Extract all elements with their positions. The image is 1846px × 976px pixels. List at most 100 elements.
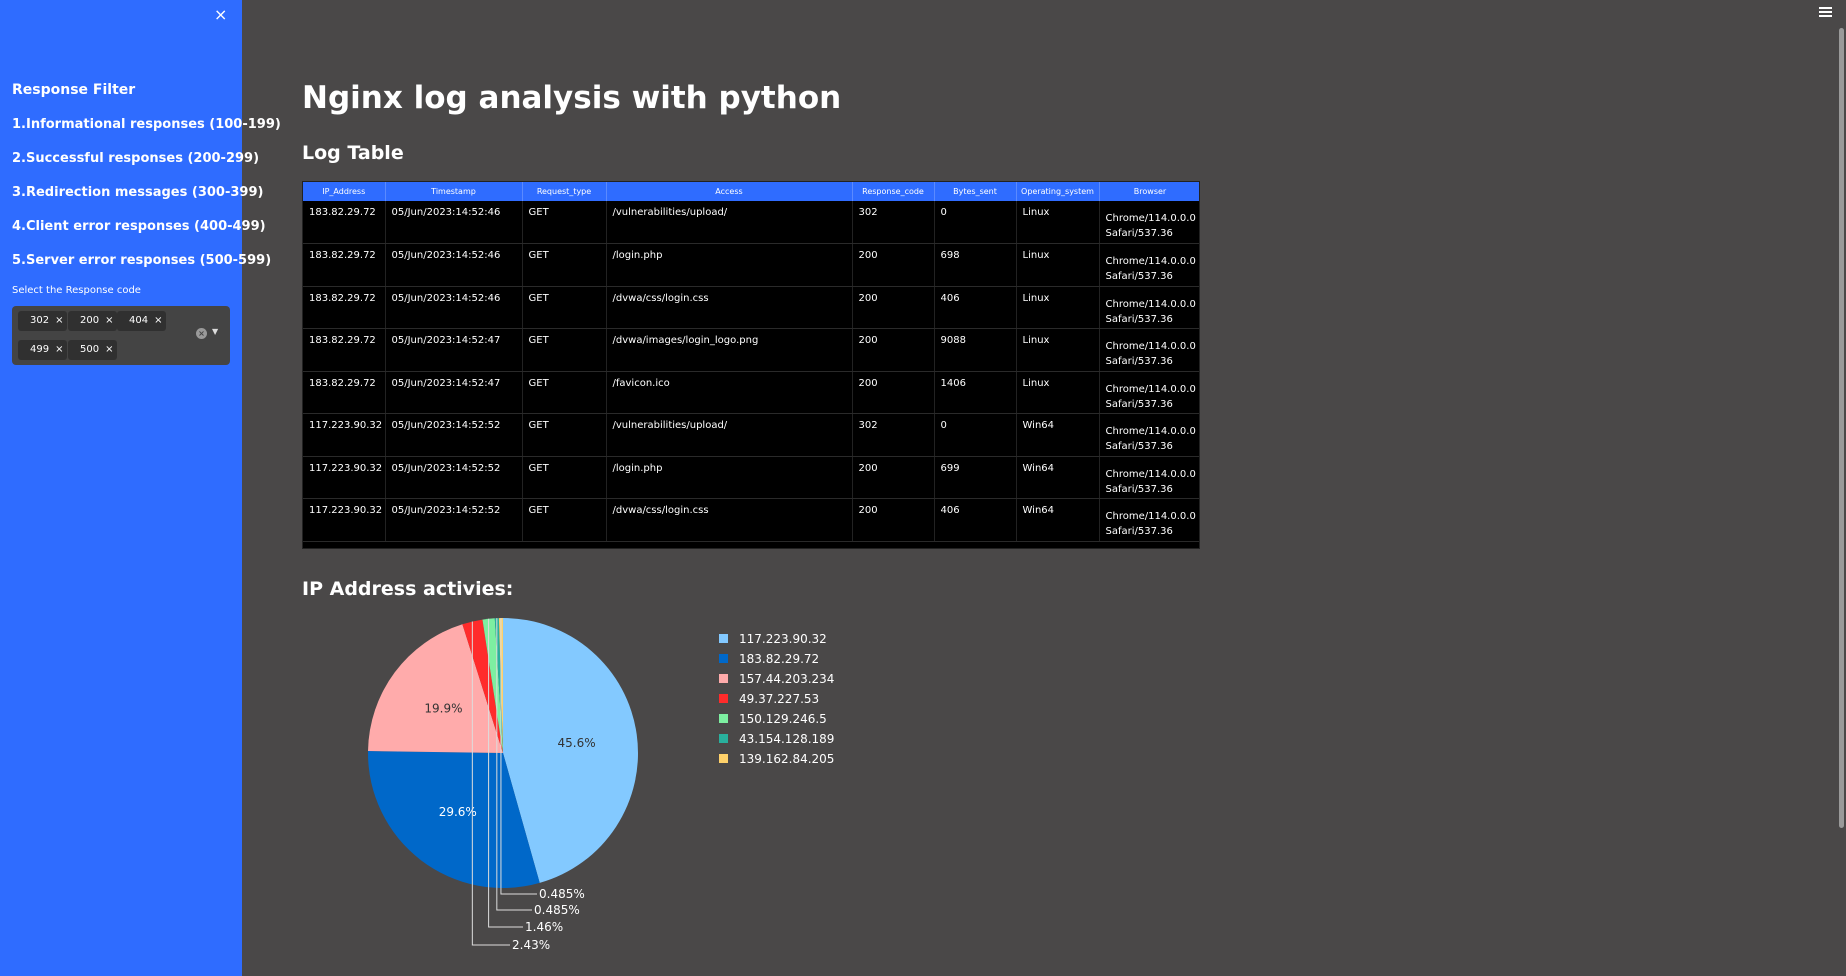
column-header-access[interactable]: Access [606, 182, 853, 201]
table-cell-response_code: 200 [852, 286, 935, 329]
legend-label[interactable]: 157.44.203.234 [739, 672, 834, 686]
legend-swatch [719, 654, 728, 663]
table-cell-ip_address: 117.223.90.32 [303, 498, 386, 542]
table-cell-operating_system: Linux [1016, 371, 1100, 414]
table-row[interactable]: 183.82.29.72 05/Jun/2023:14:52:46 GET/vuln… [303, 201, 1199, 244]
chip-label: 500 [80, 344, 100, 355]
table-cell-access: /vulnerabilities/upload/ [606, 413, 853, 457]
legend-label[interactable]: 183.82.29.72 [739, 652, 819, 666]
column-header-request_type[interactable]: Request_type [522, 182, 607, 201]
table-cell-request_type: GET [522, 328, 607, 372]
response-code-multiselect[interactable]: 302 × 200 × 404 × 499 × 500 × × ▼ [12, 306, 230, 365]
legend-swatch [719, 714, 728, 723]
table-cell-timestamp: 05/Jun/2023:14:52:46 [385, 286, 523, 329]
table-cell-ip_address: 183.82.29.72 [303, 328, 386, 372]
range-successful[interactable]: 2.Successful responses (200-299) [12, 151, 259, 166]
table-row[interactable]: 183.82.29.72 05/Jun/2023:14:52:47 GET/favi… [303, 371, 1199, 414]
legend-label[interactable]: 139.162.84.205 [739, 752, 834, 766]
table-cell-ip_address: 117.223.90.32 [303, 456, 386, 499]
pie-slice-label: 0.485% [534, 903, 580, 917]
table-cell-request_type: GET [522, 498, 607, 542]
table-cell-request_type: GET [522, 371, 607, 414]
clear-all-icon[interactable]: × [196, 328, 207, 339]
chevron-down-icon[interactable]: ▼ [212, 327, 218, 336]
table-cell-response_code: 200 [852, 371, 935, 414]
column-header-response_code[interactable]: Response_code [852, 182, 935, 201]
chip-label: 302 [30, 315, 50, 326]
legend-swatch [719, 694, 728, 703]
table-cell-response_code: 200 [852, 328, 935, 372]
legend-label[interactable]: 49.37.227.53 [739, 692, 819, 706]
table-row[interactable]: 183.82.29.72 05/Jun/2023:14:52:46 GET/dvwa… [303, 286, 1199, 329]
table-cell-bytes_sent: 0 [934, 201, 1017, 244]
table-cell-bytes_sent: 406 [934, 286, 1017, 329]
table-cell-operating_system: Win64 [1016, 413, 1100, 457]
chip-remove-icon[interactable]: × [105, 344, 113, 355]
ip-pie-chart: 45.6% 29.6% 19.9% 2.43% 1.46% 0.485% 0.485% 117… [340, 605, 860, 965]
chip-remove-icon[interactable]: × [55, 344, 63, 355]
chip-label: 499 [30, 344, 50, 355]
table-row[interactable]: 117.223.90.32 05/Jun/2023:14:52:52 GET/dvw… [303, 498, 1199, 542]
table-cell-request_type: GET [522, 456, 607, 499]
pie-slice-label: 45.6% [557, 736, 595, 750]
table-cell-response_code: 302 [852, 413, 935, 457]
ip-activities-title: IP Address activies: [302, 578, 514, 600]
table-cell-request_type: GET [522, 286, 607, 329]
legend-swatch [719, 754, 728, 763]
table-cell-timestamp: 05/Jun/2023:14:52:46 [385, 243, 523, 287]
close-sidebar-icon[interactable]: × [214, 4, 227, 26]
page-scrollbar[interactable] [1839, 28, 1844, 828]
table-cell-response_code: 200 [852, 456, 935, 499]
range-server-error[interactable]: 5.Server error responses (500-599) [12, 253, 271, 268]
column-header-operating_system[interactable]: Operating_system [1016, 182, 1100, 201]
table-cell-access: /login.php [606, 456, 853, 499]
table-cell-browser: Chrome/114.0.0.0 Safari/537.36 [1099, 201, 1199, 244]
legend-label[interactable]: 117.223.90.32 [739, 632, 827, 646]
legend-swatch [719, 634, 728, 643]
legend-label[interactable]: 150.129.246.5 [739, 712, 827, 726]
table-cell-timestamp: 05/Jun/2023:14:52:46 [385, 201, 523, 244]
sidebar: × Response Filter 1.Informational respon… [0, 0, 281, 976]
chip-404: 404 × [117, 311, 167, 331]
table-cell-browser: Chrome/114.0.0.0 Safari/537.36 [1099, 243, 1199, 287]
chip-remove-icon[interactable]: × [55, 315, 63, 326]
column-header-bytes_sent[interactable]: Bytes_sent [934, 182, 1017, 201]
table-cell-operating_system: Win64 [1016, 456, 1100, 499]
table-cell-ip_address: 183.82.29.72 [303, 201, 386, 244]
table-cell-access: /vulnerabilities/upload/ [606, 201, 853, 244]
log-table[interactable]: IP_Address Timestamp Request_type Access Res… [302, 181, 1200, 549]
table-cell-ip_address: 183.82.29.72 [303, 286, 386, 329]
ip-pie-chart-svg: 45.6% 29.6% 19.9% 2.43% 1.46% 0.485% 0.485% 117… [368, 618, 834, 952]
pie-slice-label: 29.6% [439, 805, 477, 819]
table-cell-operating_system: Linux [1016, 328, 1100, 372]
chip-remove-icon[interactable]: × [105, 315, 113, 326]
table-cell-response_code: 302 [852, 201, 935, 244]
table-row[interactable]: 183.82.29.72 05/Jun/2023:14:52:46 GET/logi… [303, 243, 1199, 287]
column-header-timestamp[interactable]: Timestamp [385, 182, 523, 201]
table-row[interactable]: 183.82.29.72 05/Jun/2023:14:52:47 GET/dvwa… [303, 328, 1199, 372]
table-cell-access: /dvwa/images/login_logo.png [606, 328, 853, 372]
table-cell-operating_system: Linux [1016, 286, 1100, 329]
table-cell-request_type: GET [522, 413, 607, 457]
table-row[interactable]: 117.223.90.32 05/Jun/2023:14:52:52 GET/log… [303, 456, 1199, 499]
table-row[interactable]: 117.223.90.32 05/Jun/2023:14:52:52 GET/vul… [303, 413, 1199, 457]
chip-remove-icon[interactable]: × [154, 315, 162, 326]
pie-slice-label: 19.9% [424, 702, 462, 716]
range-redirection[interactable]: 3.Redirection messages (300-399) [12, 185, 263, 200]
chip-label: 200 [80, 315, 100, 326]
column-header-browser[interactable]: Browser [1099, 182, 1199, 201]
table-cell-browser: Chrome/114.0.0.0 Safari/537.36 [1099, 498, 1199, 542]
legend-label[interactable]: 43.154.128.189 [739, 732, 834, 746]
hamburger-menu-icon[interactable] [1819, 7, 1832, 18]
table-cell-request_type: GET [522, 201, 607, 244]
range-client-error[interactable]: 4.Client error responses (400-499) [12, 219, 266, 234]
table-cell-bytes_sent: 699 [934, 456, 1017, 499]
page-title: Nginx log analysis with python [302, 80, 842, 116]
chip-302: 302 × [18, 311, 68, 331]
range-informational[interactable]: 1.Informational responses (100-199) [12, 117, 281, 132]
table-header-row: IP_Address Timestamp Request_type Access Res… [303, 182, 1199, 201]
log-table-title: Log Table [302, 142, 404, 164]
column-header-ip_address[interactable]: IP_Address [303, 182, 386, 201]
table-cell-access: /dvwa/css/login.css [606, 498, 853, 542]
table-cell-access: /dvwa/css/login.css [606, 286, 853, 329]
